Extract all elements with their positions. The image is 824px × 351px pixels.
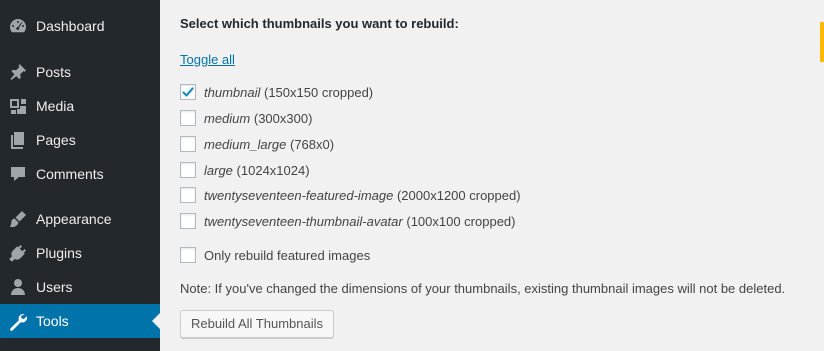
sidebar-item-tools[interactable]: Tools [0, 304, 160, 338]
size-name: medium [204, 111, 251, 126]
size-name: medium_large [204, 137, 287, 152]
sidebar-item-label: Dashboard [36, 18, 105, 34]
featured-only-label: Only rebuild featured images [204, 248, 371, 263]
size-name: thumbnail [204, 85, 261, 100]
current-indicator-arrow [152, 313, 160, 329]
wrench-icon [8, 311, 28, 331]
user-icon [8, 277, 28, 297]
featured-only-checkbox[interactable] [180, 247, 196, 263]
sidebar-item-dashboard[interactable]: Dashboard [0, 9, 160, 43]
size-name: twentyseventeen-thumbnail-avatar [204, 214, 403, 229]
size-checkbox[interactable] [180, 162, 196, 178]
checkmark-icon [182, 87, 194, 97]
sidebar-item-label: Pages [36, 132, 76, 148]
size-name: large [204, 163, 233, 178]
accent-bar [820, 22, 824, 62]
sidebar-item-label: Users [36, 279, 73, 295]
rebuild-all-button[interactable]: Rebuild All Thumbnails [180, 310, 334, 338]
sidebar-item-label: Comments [36, 166, 104, 182]
sidebar-item-appearance[interactable]: Appearance [0, 202, 160, 236]
size-dims: (100x100 cropped) [406, 214, 516, 229]
size-dims: (768x0) [290, 137, 335, 152]
size-checkbox[interactable] [180, 213, 196, 229]
sidebar-item-label: Tools [36, 313, 69, 329]
size-checkbox[interactable] [180, 84, 196, 100]
plug-icon [8, 243, 28, 263]
sidebar-item-plugins[interactable]: Plugins [0, 236, 160, 270]
size-checkbox[interactable] [180, 136, 196, 152]
admin-sidebar: Dashboard Posts Media Pages Comments App… [0, 0, 160, 351]
pages-icon [8, 130, 28, 150]
dashboard-icon [8, 16, 28, 36]
pin-icon [8, 62, 28, 82]
sidebar-item-label: Posts [36, 64, 72, 80]
paintbrush-icon [8, 209, 28, 229]
toggle-all-link[interactable]: Toggle all [180, 52, 235, 67]
size-name: twentyseventeen-featured-image [204, 188, 394, 203]
page-heading: Select which thumbnails you want to rebu… [180, 16, 459, 31]
comment-icon [8, 164, 28, 184]
size-dims: (300x300) [253, 111, 313, 126]
sidebar-item-label: Appearance [36, 211, 112, 227]
media-icon [8, 96, 28, 116]
sidebar-item-pages[interactable]: Pages [0, 123, 160, 157]
size-dims: (2000x1200 cropped) [396, 188, 521, 203]
size-dims: (1024x1024) [236, 163, 310, 178]
sidebar-item-label: Media [36, 98, 75, 114]
sidebar-item-comments[interactable]: Comments [0, 157, 160, 191]
sidebar-item-label: Plugins [36, 245, 82, 261]
sidebar-item-media[interactable]: Media [0, 89, 160, 123]
size-checkbox[interactable] [180, 110, 196, 126]
note-text: Note: If you've changed the dimensions o… [180, 281, 786, 296]
sidebar-item-posts[interactable]: Posts [0, 55, 160, 89]
size-checkbox[interactable] [180, 187, 196, 203]
main-content: Select which thumbnails you want to rebu… [160, 0, 824, 351]
size-dims: (150x150 cropped) [264, 85, 374, 100]
sidebar-item-users[interactable]: Users [0, 270, 160, 304]
